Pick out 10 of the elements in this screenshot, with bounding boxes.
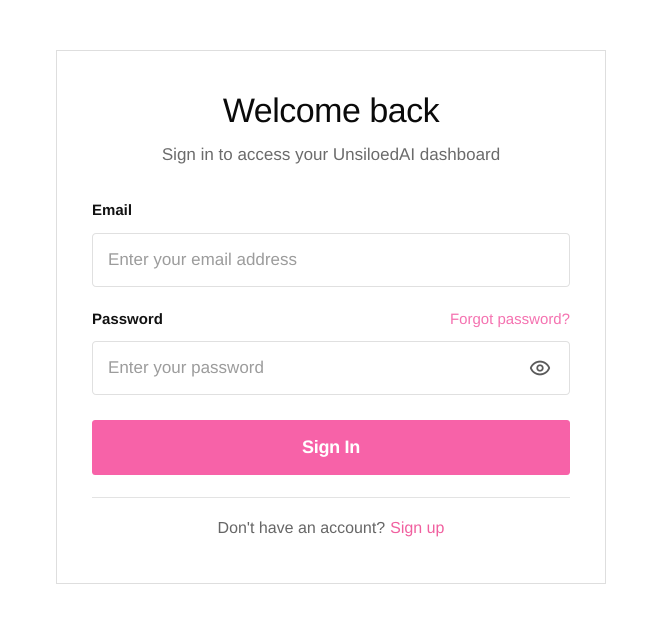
sign-in-button[interactable]: Sign In: [92, 420, 570, 475]
signup-prompt: Don't have an account?: [218, 519, 386, 539]
sign-up-link[interactable]: Sign up: [390, 518, 444, 540]
forgot-password-link[interactable]: Forgot password?: [450, 310, 570, 330]
page-title: Welcome back: [222, 91, 440, 131]
page-subtitle: Sign in to access your UnsiloedAI dashboard: [162, 144, 500, 166]
field-label: Password: [92, 310, 163, 330]
email-field[interactable]: Enter your email address: [92, 233, 570, 287]
password-field[interactable]: Enter your password: [92, 341, 570, 395]
field-label: Email: [92, 201, 132, 221]
